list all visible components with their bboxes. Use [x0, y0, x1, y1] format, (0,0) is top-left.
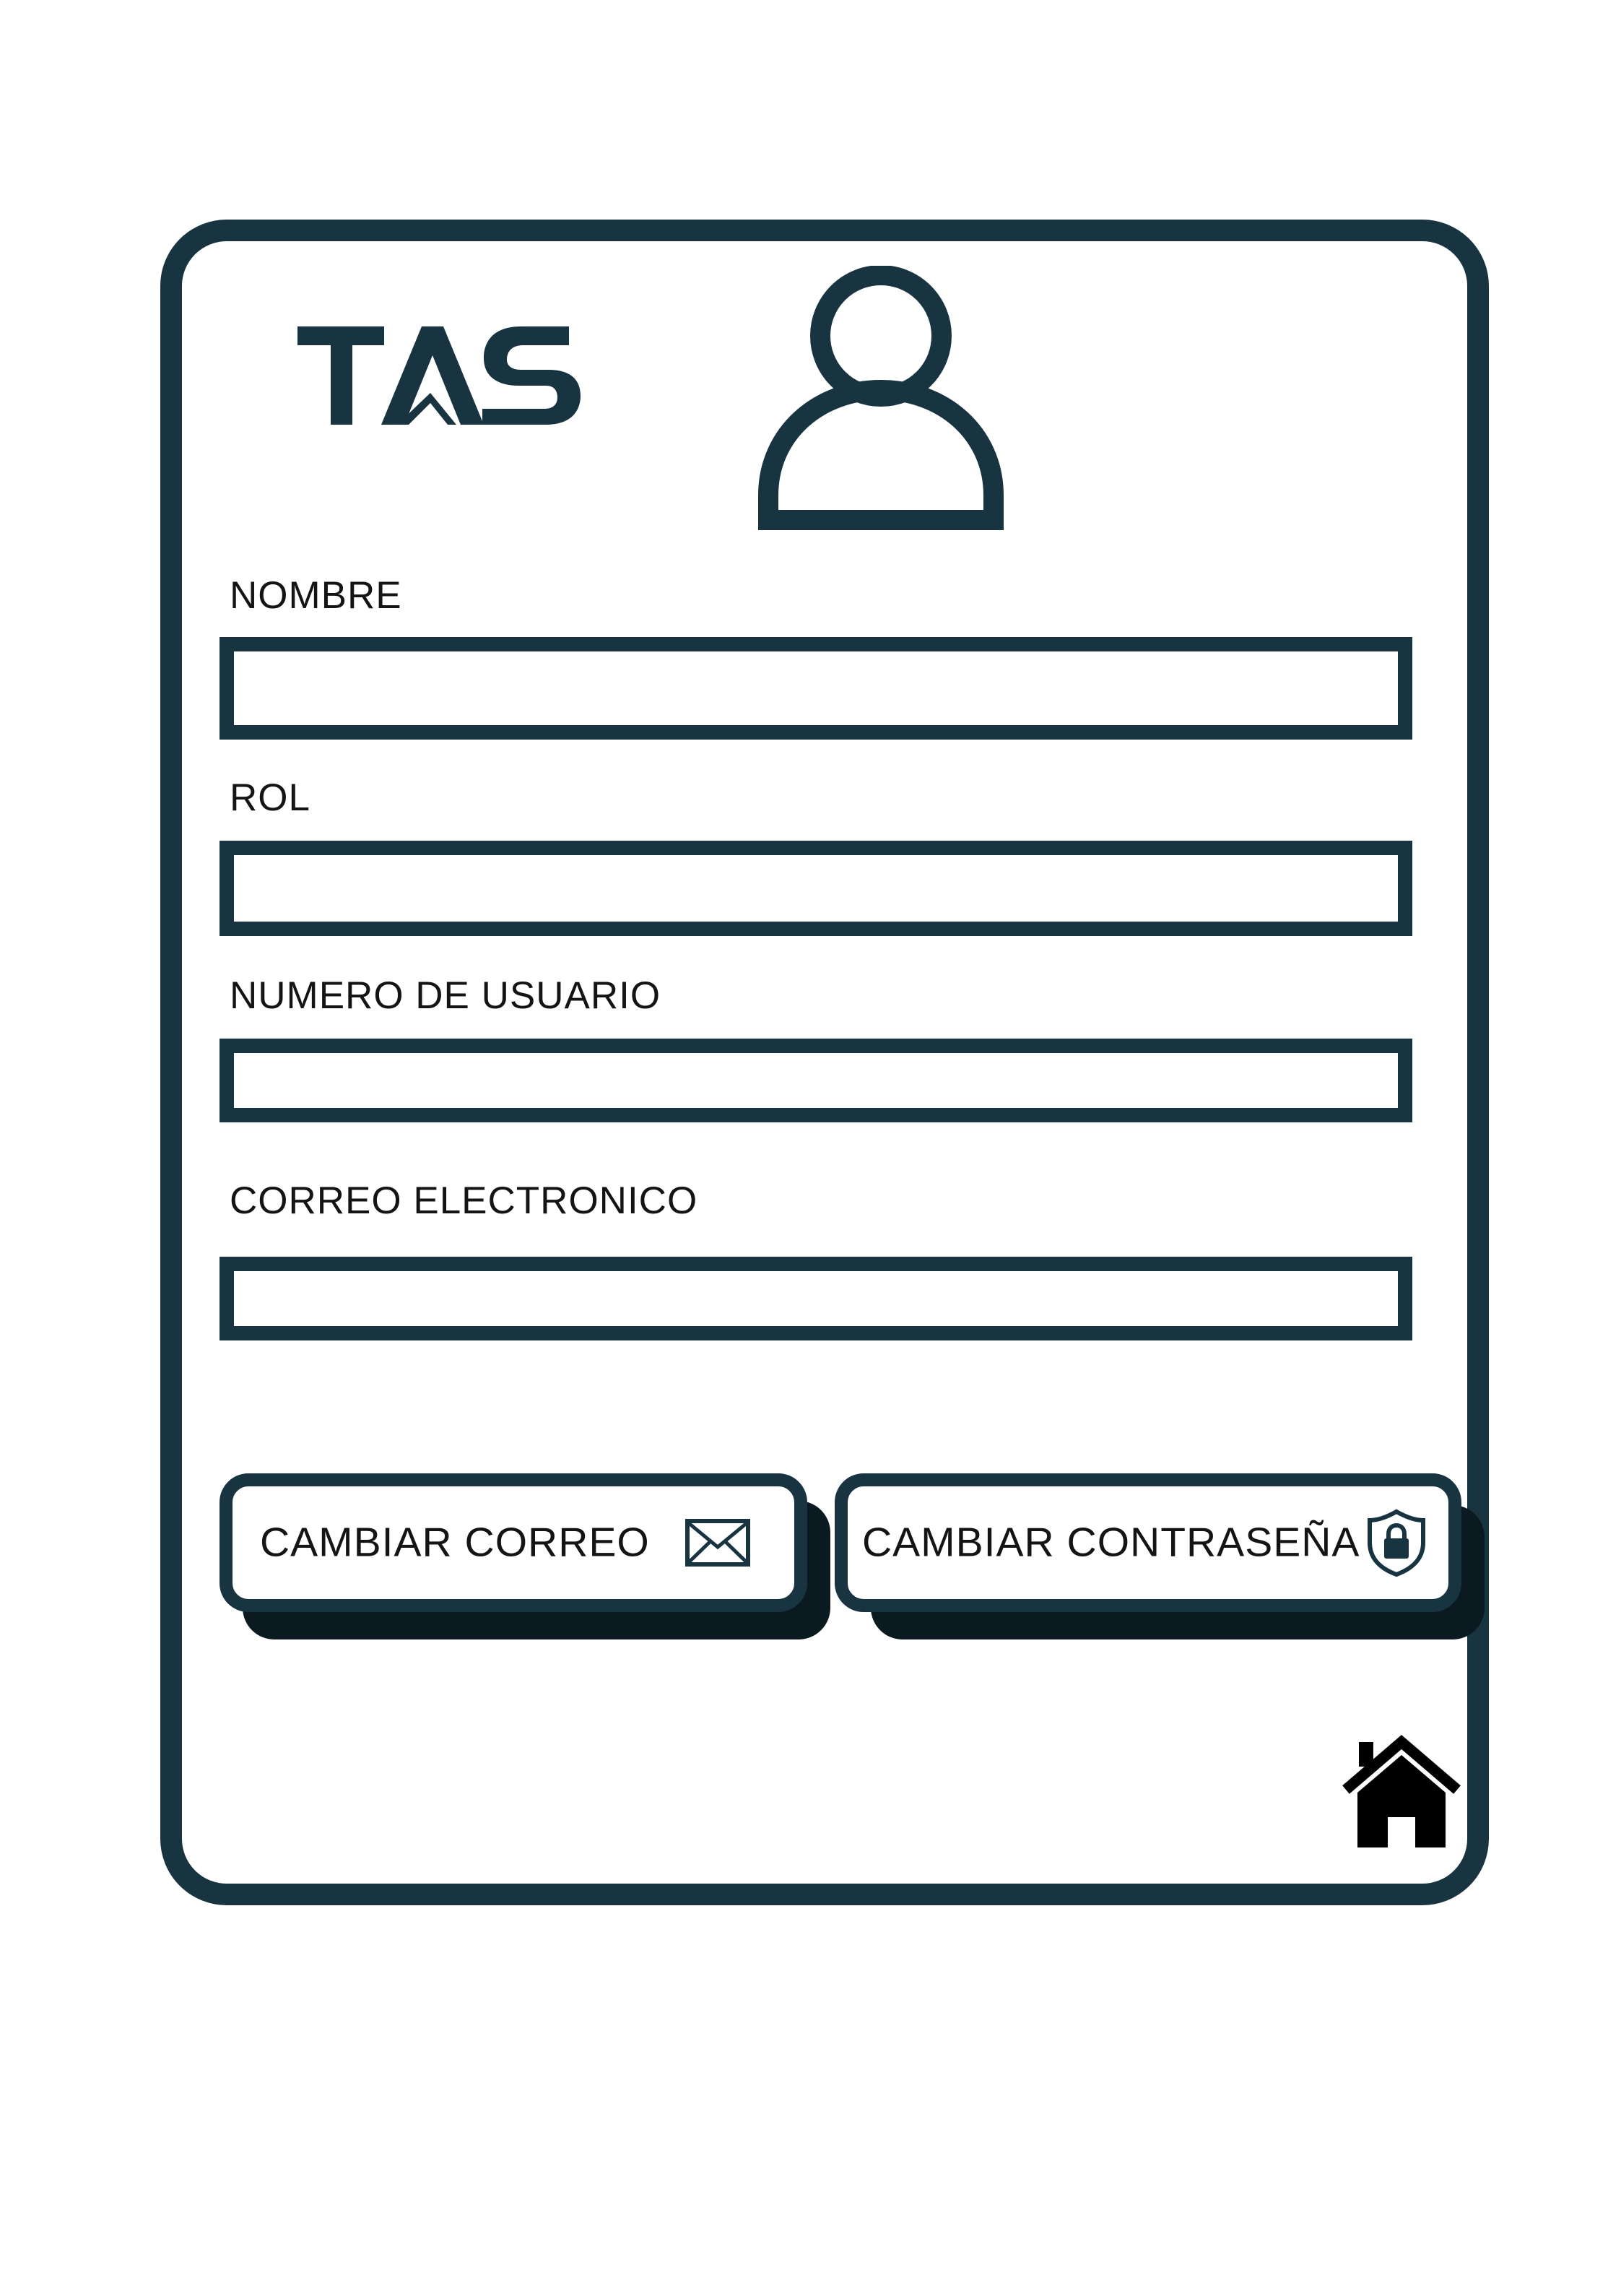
change-password-label: CAMBIAR CONTRASEÑA — [862, 1519, 1360, 1566]
numero-de-usuario-input[interactable] — [220, 1039, 1412, 1122]
tas-logo — [297, 326, 581, 425]
change-email-label: CAMBIAR CORREO — [260, 1519, 650, 1566]
change-email-button[interactable]: CAMBIAR CORREO — [220, 1473, 830, 1639]
change-password-button-face[interactable]: CAMBIAR CONTRASEÑA — [835, 1473, 1461, 1612]
shield-lock-icon — [1368, 1509, 1425, 1577]
nombre-input[interactable] — [220, 637, 1412, 740]
rol-input[interactable] — [220, 841, 1412, 936]
change-password-button[interactable]: CAMBIAR CONTRASEÑA — [835, 1473, 1485, 1639]
change-email-button-face[interactable]: CAMBIAR CORREO — [220, 1473, 807, 1612]
rol-label: ROL — [230, 776, 310, 819]
envelope-icon — [685, 1519, 750, 1567]
correo-electronico-input[interactable] — [220, 1257, 1412, 1340]
nombre-label: NOMBRE — [230, 574, 402, 617]
home-icon[interactable] — [1340, 1735, 1463, 1852]
user-avatar-icon — [758, 266, 1004, 530]
numero-de-usuario-label: NUMERO DE USUARIO — [230, 974, 661, 1017]
correo-electronico-label: CORREO ELECTRONICO — [230, 1179, 698, 1222]
